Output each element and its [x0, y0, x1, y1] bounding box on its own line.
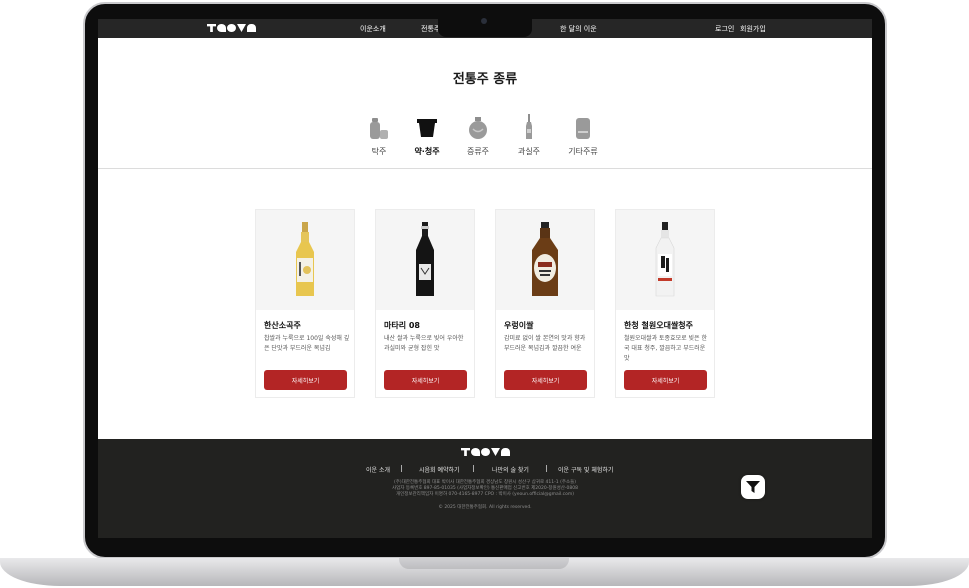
- category-label: 과실주: [517, 147, 541, 156]
- nav-monthly[interactable]: 한 달의 이운: [560, 24, 597, 34]
- camera-icon: [481, 18, 487, 24]
- site-logo[interactable]: [207, 24, 256, 32]
- category-fruit-wine[interactable]: 과실주: [499, 114, 559, 157]
- browser-screen: 이운소개 전통주 한 달의 이운 로그인 회원가입 전통주 종류 탁주 약·청주…: [98, 19, 872, 538]
- product-name: 마타리 08: [384, 321, 420, 330]
- laptop-base-notch: [399, 558, 569, 569]
- detail-button[interactable]: 자세히보기: [384, 370, 467, 390]
- category-label: 기타주류: [568, 147, 598, 156]
- product-description: 찹쌀과 누룩으로 100일 숙성해 깊은 단맛과 부드러운 목넘김: [264, 335, 350, 352]
- product-description: 철원오대쌀과 토종효모로 빚은 한국 대표 청주, 깔끔하고 부드러운 맛: [624, 335, 708, 362]
- product-image: [616, 210, 714, 310]
- footer-nav-tasting[interactable]: 시음회 예약하기: [419, 465, 460, 474]
- product-image: [496, 210, 594, 310]
- footer-nav-about[interactable]: 이운 소개: [366, 465, 390, 474]
- product-card[interactable]: 한산소곡주 찹쌀과 누룩으로 100일 숙성해 깊은 단맛과 부드러운 목넘김 …: [255, 209, 355, 398]
- product-card[interactable]: 우렁이쌀 감미료 없이 쌀 본연의 맛과 향과 부드러운 목넘김과 깔끔한 여운…: [495, 209, 595, 398]
- signup-link[interactable]: 회원가입: [740, 24, 766, 34]
- footer-copyright: © 2025 대한전통주협회. All rights reserved.: [438, 505, 532, 510]
- product-card[interactable]: 한청 철원오대쌀청주 철원오대쌀과 토종효모로 빚은 한국 대표 청주, 깔끔하…: [615, 209, 715, 398]
- product-card[interactable]: 마타리 08 내산 쌀과 누룩으로 빚어 우아한 과실미와 균형 잡힌 맛 자세…: [375, 209, 475, 398]
- product-description: 감미료 없이 쌀 본연의 맛과 향과 부드러운 목넘김과 깔끔한 여운: [504, 335, 586, 352]
- page-title: 전통주 종류: [452, 72, 518, 87]
- filter-fab-button[interactable]: [741, 475, 765, 499]
- etc-bottle-icon: [553, 114, 613, 140]
- product-name: 한청 철원오대쌀청주: [624, 321, 694, 330]
- laptop-frame: 이운소개 전통주 한 달의 이운 로그인 회원가입 전통주 종류 탁주 약·청주…: [0, 0, 969, 588]
- product-name: 한산소곡주: [264, 321, 301, 330]
- footer-nav-subscribe[interactable]: 이운 구독 및 체험하기: [558, 465, 613, 474]
- section-divider: [98, 168, 872, 169]
- product-description: 내산 쌀과 누룩으로 빚어 우아한 과실미와 균형 잡힌 맛: [384, 335, 464, 352]
- nav-about[interactable]: 이운소개: [360, 24, 386, 34]
- filter-icon: [746, 481, 760, 493]
- footer-logo[interactable]: [461, 448, 510, 456]
- category-etc[interactable]: 기타주류: [553, 114, 613, 157]
- product-image: [376, 210, 474, 310]
- product-image: [256, 210, 354, 310]
- footer-separator: [401, 465, 402, 472]
- footer-separator: [473, 465, 474, 472]
- product-name: 우렁이쌀: [504, 321, 534, 330]
- wine-bottle-icon: [499, 114, 559, 140]
- footer-nav-find[interactable]: 나만의 술 찾기: [492, 465, 529, 474]
- detail-button[interactable]: 자세히보기: [624, 370, 707, 390]
- detail-button[interactable]: 자세히보기: [264, 370, 347, 390]
- footer-separator: [546, 465, 547, 472]
- detail-button[interactable]: 자세히보기: [504, 370, 587, 390]
- login-link[interactable]: 로그인: [715, 24, 734, 34]
